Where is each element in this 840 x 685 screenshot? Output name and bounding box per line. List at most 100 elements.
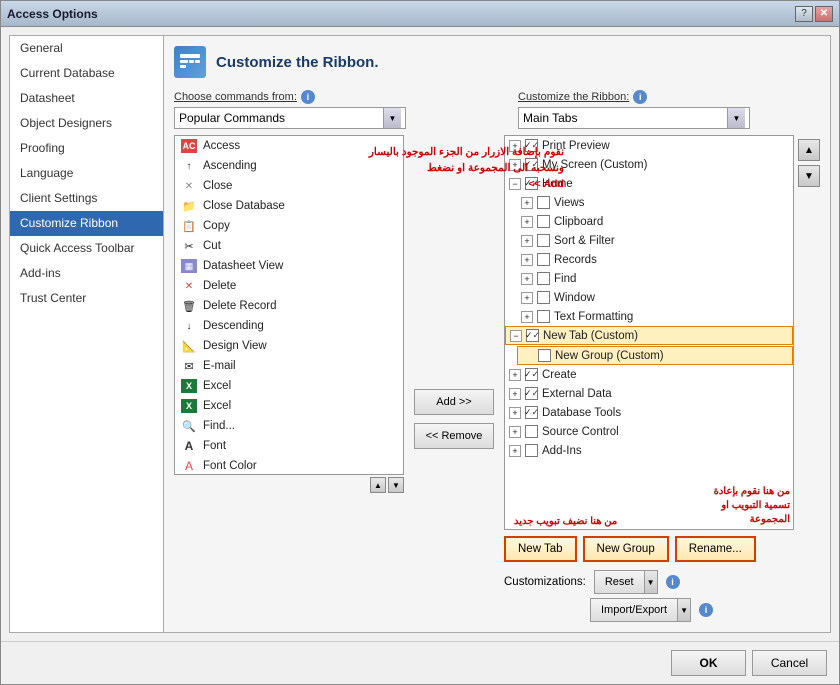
check-find[interactable] [537,272,550,285]
tree-item-find[interactable]: + Find [517,269,793,288]
expand-external-data[interactable]: + [509,388,521,400]
tree-scroll-up[interactable]: ▲ [798,139,820,161]
commands-list[interactable]: AC Access ↑ Ascending ✕ Close [174,135,404,475]
tree-item-my-screen[interactable]: + ✓ My Screen (Custom) [505,155,793,174]
check-create[interactable]: ✓ [525,368,538,381]
reset-dropdown[interactable]: ▼ [644,570,658,594]
list-item[interactable]: ✕ Close [175,176,403,196]
tree-item-database-tools[interactable]: + ✓ Database Tools [505,403,793,422]
ribbon-dropdown[interactable]: Main Tabs ▼ [518,107,750,129]
sidebar-item-quick-access-toolbar[interactable]: Quick Access Toolbar [10,236,163,261]
list-item[interactable]: 📁 Close Database [175,196,403,216]
expand-window[interactable]: + [521,292,533,304]
check-source-control[interactable] [525,425,538,438]
add-button[interactable]: Add >> [414,389,494,415]
sidebar-item-proofing[interactable]: Proofing [10,136,163,161]
tree-item-clipboard[interactable]: + Clipboard [517,212,793,231]
tree-item-sort-filter[interactable]: + Sort & Filter [517,231,793,250]
check-records[interactable] [537,253,550,266]
expand-source-control[interactable]: + [509,426,521,438]
tree-item-external-data[interactable]: + ✓ External Data [505,384,793,403]
check-new-group[interactable] [538,349,551,362]
sidebar-item-datasheet[interactable]: Datasheet [10,86,163,111]
tree-item-window[interactable]: + Window [517,288,793,307]
list-scroll-down[interactable]: ▼ [388,477,404,493]
list-scroll-up[interactable]: ▲ [370,477,386,493]
sidebar-item-current-database[interactable]: Current Database [10,61,163,86]
tree-item-home[interactable]: − ✓ Home [505,174,793,193]
check-window[interactable] [537,291,550,304]
list-item[interactable]: ✉ E-mail [175,356,403,376]
ribbon-arrow[interactable]: ▼ [727,108,745,128]
list-item[interactable]: A Font [175,436,403,456]
list-item[interactable]: ✕ Delete [175,276,403,296]
commands-from-info[interactable]: i [301,90,315,104]
tree-scroll-down[interactable]: ▼ [798,165,820,187]
cancel-button[interactable]: Cancel [752,650,827,676]
ok-button[interactable]: OK [671,650,746,676]
rename-button[interactable]: Rename... [675,536,756,562]
expand-print-preview[interactable]: + [509,140,521,152]
check-print-preview[interactable]: ✓ [525,139,538,152]
sidebar-item-general[interactable]: General [10,36,163,61]
expand-my-screen[interactable]: + [509,159,521,171]
list-item[interactable]: X Excel [175,396,403,416]
sidebar-item-language[interactable]: Language [10,161,163,186]
sidebar-item-customize-ribbon[interactable]: Customize Ribbon [10,211,163,236]
list-item[interactable]: 🗑 Delete Record [175,296,403,316]
sidebar-item-object-designers[interactable]: Object Designers [10,111,163,136]
ribbon-tree[interactable]: + ✓ Print Preview + ✓ My Screen (Custom) [504,135,794,530]
list-item[interactable]: AC Access [175,136,403,156]
help-button[interactable]: ? [795,6,813,22]
list-item[interactable]: X Excel [175,376,403,396]
list-item[interactable]: ↑ Ascending [175,156,403,176]
list-item[interactable]: ↓ Descending [175,316,403,336]
expand-sort-filter[interactable]: + [521,235,533,247]
tree-item-create[interactable]: + ✓ Create [505,365,793,384]
tree-item-print-preview[interactable]: + ✓ Print Preview [505,136,793,155]
sidebar-item-trust-center[interactable]: Trust Center [10,286,163,311]
reset-button[interactable]: Reset [594,570,644,594]
sidebar-item-add-ins[interactable]: Add-ins [10,261,163,286]
check-new-tab[interactable]: ✓ [526,329,539,342]
import-export-dropdown[interactable]: ▼ [677,598,691,622]
check-external-data[interactable]: ✓ [525,387,538,400]
expand-records[interactable]: + [521,254,533,266]
expand-text-formatting[interactable]: + [521,311,533,323]
commands-from-arrow[interactable]: ▼ [383,108,401,128]
check-clipboard[interactable] [537,215,550,228]
check-home[interactable]: ✓ [525,177,538,190]
tree-item-new-group-custom[interactable]: New Group (Custom) [517,346,793,365]
list-item[interactable]: 📋 Copy [175,216,403,236]
expand-database-tools[interactable]: + [509,407,521,419]
expand-clipboard[interactable]: + [521,216,533,228]
remove-button[interactable]: << Remove [414,423,494,449]
new-group-button[interactable]: New Group [583,536,669,562]
close-button[interactable]: ✕ [815,6,833,22]
list-item[interactable]: 📐 Design View [175,336,403,356]
import-export-button[interactable]: Import/Export [590,598,677,622]
tree-item-new-tab-custom[interactable]: − ✓ New Tab (Custom) [505,326,793,345]
sidebar-item-client-settings[interactable]: Client Settings [10,186,163,211]
expand-views[interactable]: + [521,197,533,209]
import-export-info[interactable]: i [699,603,713,617]
expand-home[interactable]: − [509,178,521,190]
expand-find[interactable]: + [521,273,533,285]
tree-item-source-control[interactable]: + Source Control [505,422,793,441]
expand-create[interactable]: + [509,369,521,381]
check-my-screen[interactable]: ✓ [525,158,538,171]
list-item[interactable]: A Font Color [175,456,403,475]
tree-item-add-ins[interactable]: + Add-Ins [505,441,793,460]
list-item[interactable]: ✂ Cut [175,236,403,256]
tree-item-text-formatting[interactable]: + Text Formatting [517,307,793,326]
check-views[interactable] [537,196,550,209]
commands-from-dropdown[interactable]: Popular Commands ▼ [174,107,406,129]
check-database-tools[interactable]: ✓ [525,406,538,419]
ribbon-info[interactable]: i [633,90,647,104]
expand-add-ins[interactable]: + [509,445,521,457]
new-tab-button[interactable]: New Tab [504,536,577,562]
expand-new-tab[interactable]: − [510,330,522,342]
list-item[interactable]: 🔍 Find... [175,416,403,436]
check-text-formatting[interactable] [537,310,550,323]
customizations-info[interactable]: i [666,575,680,589]
